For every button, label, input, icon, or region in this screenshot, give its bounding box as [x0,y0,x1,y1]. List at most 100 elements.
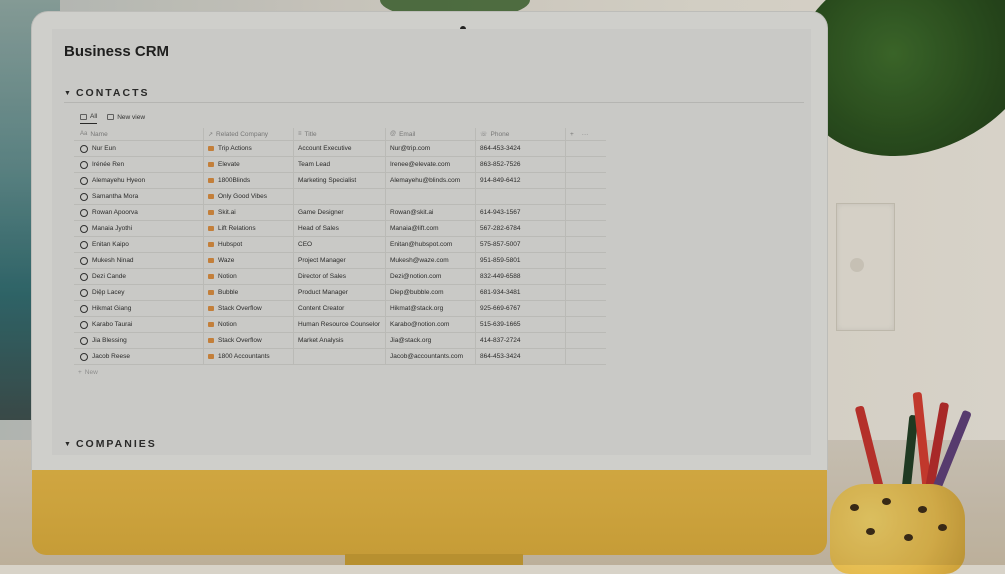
phone-cell[interactable]: 414-837-2724 [476,333,566,348]
status-circle-icon[interactable] [80,208,88,217]
title-cell[interactable]: Product Manager [294,285,386,300]
status-circle-icon[interactable] [80,224,88,233]
name-cell[interactable]: Irénée Ren [74,157,204,172]
name-cell[interactable]: Dezi Cande [74,269,204,284]
name-cell[interactable]: Mukesh Ninad [74,253,204,268]
name-cell[interactable]: Samantha Mora [74,189,204,204]
email-cell[interactable]: Nur@trip.com [386,141,476,156]
status-circle-icon[interactable] [80,304,88,313]
email-cell[interactable]: Hikmat@stack.org [386,301,476,316]
status-circle-icon[interactable] [80,176,88,185]
status-circle-icon[interactable] [80,192,88,201]
company-cell[interactable]: Elevate [204,157,294,172]
company-cell[interactable]: 1800 Accountants [204,349,294,364]
companies-section-toggle[interactable]: ▼ COMPANIES [64,438,157,450]
status-circle-icon[interactable] [80,320,88,329]
name-cell[interactable]: Alemayehu Hyeon [74,173,204,188]
company-cell[interactable]: Trip Actions [204,141,294,156]
table-row[interactable]: Dezi Cande Notion Director of Sales Dezi@no… [74,269,606,285]
company-cell[interactable]: Notion [204,317,294,332]
title-cell[interactable] [294,189,386,204]
email-cell[interactable] [386,189,476,204]
title-cell[interactable]: Game Designer [294,205,386,220]
table-row[interactable]: Rowan Apoorva Skit.ai Game Designer Rowan@s… [74,205,606,221]
caret-down-icon[interactable]: ▼ [64,441,71,448]
name-cell[interactable]: Karabo Taurai [74,317,204,332]
table-row[interactable]: Hikmat Giang Stack Overflow Content Creato… [74,301,606,317]
title-cell[interactable]: Market Analysis [294,333,386,348]
status-circle-icon[interactable] [80,336,88,345]
caret-down-icon[interactable]: ▼ [64,90,71,97]
title-cell[interactable]: Project Manager [294,253,386,268]
company-cell[interactable]: Lift Relations [204,221,294,236]
more-options-button[interactable]: ··· [582,131,589,138]
table-row[interactable]: Nur Eun Trip Actions Account Executive Nur@… [74,141,606,157]
company-cell[interactable]: 1800Blinds [204,173,294,188]
table-row[interactable]: Jacob Reese 1800 Accountants Jacob@account… [74,349,606,365]
email-cell[interactable]: Manaia@lift.com [386,221,476,236]
status-circle-icon[interactable] [80,144,88,153]
column-header-phone[interactable]: ☏ Phone [476,128,566,140]
company-cell[interactable]: Stack Overflow [204,301,294,316]
company-cell[interactable]: Skit.ai [204,205,294,220]
phone-cell[interactable]: 681-934-3481 [476,285,566,300]
email-cell[interactable]: Irenee@elevate.com [386,157,476,172]
name-cell[interactable]: Jia Blessing [74,333,204,348]
status-circle-icon[interactable] [80,160,88,169]
title-cell[interactable] [294,349,386,364]
email-cell[interactable]: Jia@stack.org [386,333,476,348]
title-cell[interactable]: Human Resource Counselor [294,317,386,332]
contacts-section-toggle[interactable]: ▼ CONTACTS [64,87,150,99]
email-cell[interactable]: Mukesh@waze.com [386,253,476,268]
table-row[interactable]: Irénée Ren Elevate Team Lead Irenee@elevate… [74,157,606,173]
name-cell[interactable]: Rowan Apoorva [74,205,204,220]
email-cell[interactable]: Jacob@accountants.com [386,349,476,364]
add-column-button[interactable]: + [570,131,574,138]
table-row[interactable]: Diệp Lacey Bubble Product Manager Diep@bubb… [74,285,606,301]
table-row[interactable]: Karabo Taurai Notion Human Resource Counse… [74,317,606,333]
phone-cell[interactable]: 832-449-6588 [476,269,566,284]
view-tab-new-view[interactable]: New view [107,113,145,124]
phone-cell[interactable]: 515-639-1665 [476,317,566,332]
table-row[interactable]: Alemayehu Hyeon 1800Blinds Marketing Speci… [74,173,606,189]
status-circle-icon[interactable] [80,240,88,249]
name-cell[interactable]: Jacob Reese [74,349,204,364]
phone-cell[interactable]: 864-453-3424 [476,349,566,364]
phone-cell[interactable]: 614-943-1567 [476,205,566,220]
table-row[interactable]: Jia Blessing Stack Overflow Market Analysi… [74,333,606,349]
table-row[interactable]: Manaia Jyothi Lift Relations Head of Sales… [74,221,606,237]
status-circle-icon[interactable] [80,288,88,297]
title-cell[interactable]: Director of Sales [294,269,386,284]
title-cell[interactable]: CEO [294,237,386,252]
name-cell[interactable]: Manaia Jyothi [74,221,204,236]
table-row[interactable]: Enitan Kaipo Hubspot CEO Enitan@hubspot.com… [74,237,606,253]
phone-cell[interactable]: 575-857-5007 [476,237,566,252]
email-cell[interactable]: Alemayehu@blinds.com [386,173,476,188]
status-circle-icon[interactable] [80,256,88,265]
title-cell[interactable]: Team Lead [294,157,386,172]
name-cell[interactable]: Nur Eun [74,141,204,156]
company-cell[interactable]: Only Good Vibes [204,189,294,204]
email-cell[interactable]: Rowan@skit.ai [386,205,476,220]
name-cell[interactable]: Enitan Kaipo [74,237,204,252]
column-header-email[interactable]: @ Email [386,128,476,140]
company-cell[interactable]: Hubspot [204,237,294,252]
company-cell[interactable]: Bubble [204,285,294,300]
company-cell[interactable]: Notion [204,269,294,284]
column-header-title[interactable]: ≡ Title [294,128,386,140]
table-row[interactable]: Samantha Mora Only Good Vibes [74,189,606,205]
name-cell[interactable]: Diệp Lacey [74,285,204,300]
phone-cell[interactable]: 925-669-6767 [476,301,566,316]
status-circle-icon[interactable] [80,272,88,281]
phone-cell[interactable]: 567-282-6784 [476,221,566,236]
company-cell[interactable]: Stack Overflow [204,333,294,348]
column-header-related-company[interactable]: ↗ Related Company [204,128,294,140]
phone-cell[interactable]: 864-453-3424 [476,141,566,156]
add-row-button[interactable]: + New [74,365,606,380]
title-cell[interactable]: Account Executive [294,141,386,156]
email-cell[interactable]: Enitan@hubspot.com [386,237,476,252]
company-cell[interactable]: Waze [204,253,294,268]
name-cell[interactable]: Hikmat Giang [74,301,204,316]
table-row[interactable]: Mukesh Ninad Waze Project Manager Mukesh@wa… [74,253,606,269]
email-cell[interactable]: Diep@bubble.com [386,285,476,300]
